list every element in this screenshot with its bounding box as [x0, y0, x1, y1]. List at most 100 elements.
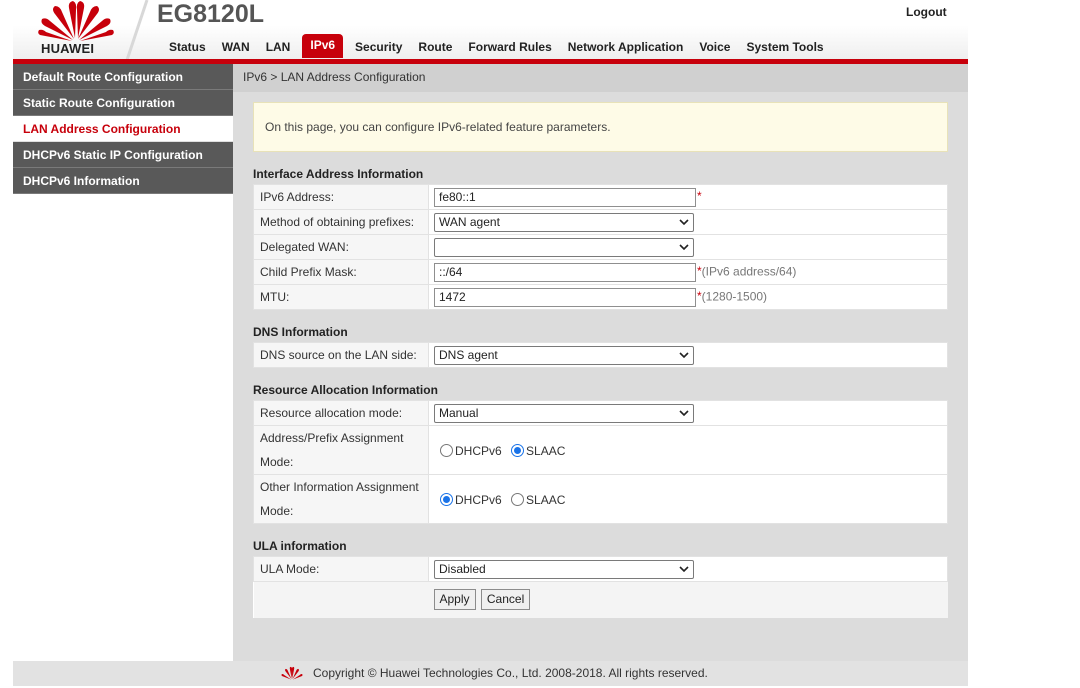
chevron-down-icon: [679, 565, 689, 572]
child-prefix-mask-cell: *(IPv6 address/64): [428, 259, 948, 285]
mtu-cell: *(1280-1500): [428, 284, 948, 310]
dns-table: DNS source on the LAN side: DNS agent: [253, 342, 948, 368]
header-divider: [125, 0, 149, 60]
sidebar-item-dhcpv6-static-ip[interactable]: DHCPv6 Static IP Configuration: [13, 142, 233, 168]
resource-table: Resource allocation mode: Manual Address…: [253, 400, 948, 524]
table-row: Other Information Assignment Mode: DHCPv…: [253, 474, 948, 524]
nav-system-tools[interactable]: System Tools: [738, 36, 831, 58]
delegated-wan-label: Delegated WAN:: [253, 234, 429, 260]
sidebar-item-dhcpv6-information[interactable]: DHCPv6 Information: [13, 168, 233, 194]
section-title-interface: Interface Address Information: [253, 167, 424, 181]
sidebar-item-default-route[interactable]: Default Route Configuration: [13, 64, 233, 90]
mtu-label: MTU:: [253, 284, 429, 310]
table-row: MTU: *(1280-1500): [253, 284, 948, 310]
ipv6-address-label: IPv6 Address:: [253, 184, 429, 210]
copyright-text: Copyright © Huawei Technologies Co., Ltd…: [313, 666, 708, 680]
page-notice: On this page, you can configure IPv6-rel…: [253, 102, 948, 152]
section-title-ula: ULA information: [253, 539, 347, 553]
delegated-wan-select[interactable]: [434, 237, 694, 257]
address-slaac-radio[interactable]: [511, 443, 525, 457]
ula-table: ULA Mode: Disabled Apply Cancel: [253, 556, 948, 618]
resource-mode-select-value: Manual: [439, 405, 479, 420]
chevron-down-icon: [679, 218, 689, 225]
dns-source-select-value: DNS agent: [439, 347, 498, 362]
other-info-assignment-cell: DHCPv6 SLAAC: [428, 474, 948, 524]
other-info-assignment-label: Other Information Assignment Mode:: [253, 474, 429, 524]
ula-mode-select[interactable]: Disabled: [434, 559, 694, 579]
table-row: Resource allocation mode: Manual: [253, 400, 948, 426]
nav-status[interactable]: Status: [161, 36, 214, 58]
product-name: EG8120L: [157, 0, 265, 28]
section-title-dns: DNS Information: [253, 325, 348, 339]
nav-voice[interactable]: Voice: [691, 36, 738, 58]
nav-ipv6[interactable]: IPv6: [302, 34, 344, 58]
sidebar-item-lan-address[interactable]: LAN Address Configuration: [13, 116, 233, 142]
ula-mode-cell: Disabled: [428, 556, 948, 582]
table-row: ULA Mode: Disabled: [253, 556, 948, 582]
apply-button[interactable]: Apply: [433, 589, 476, 611]
nav-network-application[interactable]: Network Application: [560, 36, 692, 58]
nav-forward-rules[interactable]: Forward Rules: [460, 36, 559, 58]
nav-security[interactable]: Security: [347, 36, 410, 58]
required-mark: *: [697, 189, 702, 204]
table-row: DNS source on the LAN side: DNS agent: [253, 342, 948, 368]
interface-table: IPv6 Address: * Method of obtaining pref…: [253, 184, 948, 310]
child-prefix-mask-input[interactable]: [434, 262, 696, 282]
section-title-resource: Resource Allocation Information: [253, 383, 438, 397]
cancel-button[interactable]: Cancel: [480, 589, 531, 611]
method-select-value: WAN agent: [439, 214, 500, 229]
dns-source-label: DNS source on the LAN side:: [253, 342, 429, 368]
other-info-label-line2: Mode:: [260, 504, 294, 518]
form-area: On this page, you can configure IPv6-rel…: [253, 102, 948, 618]
main-content: IPv6 > LAN Address Configuration On this…: [233, 64, 968, 661]
other-info-label-line1: Other Information Assignment: [260, 480, 419, 494]
ula-mode-select-value: Disabled: [439, 561, 486, 576]
huawei-logo-icon: [281, 666, 303, 680]
button-row-spacer: [253, 581, 429, 618]
child-prefix-mask-hint: (IPv6 address/64): [701, 264, 797, 279]
ula-mode-label: ULA Mode:: [253, 556, 429, 582]
header: HUAWEI EG8120L Logout Status WAN LAN IPv…: [13, 0, 968, 64]
method-label: Method of obtaining prefixes:: [253, 209, 429, 235]
table-row: Child Prefix Mask: *(IPv6 address/64): [253, 259, 948, 285]
nav-lan[interactable]: LAN: [258, 36, 299, 58]
address-assignment-label-line2: Mode:: [260, 455, 294, 469]
address-dhcpv6-radio[interactable]: [440, 443, 453, 457]
resource-mode-select[interactable]: Manual: [434, 403, 694, 423]
sidebar-item-static-route[interactable]: Static Route Configuration: [13, 90, 233, 116]
address-assignment-cell: DHCPv6 SLAAC: [428, 425, 948, 475]
delegated-wan-cell: [428, 234, 948, 260]
table-row: Delegated WAN:: [253, 234, 948, 260]
other-dhcpv6-label: DHCPv6: [455, 492, 502, 507]
logout-link[interactable]: Logout: [906, 5, 947, 19]
resource-mode-label: Resource allocation mode:: [253, 400, 429, 426]
ipv6-address-cell: *: [428, 184, 948, 210]
method-cell: WAN agent: [428, 209, 948, 235]
other-dhcpv6-radio[interactable]: [440, 492, 453, 506]
nav-route[interactable]: Route: [410, 36, 460, 58]
chevron-down-icon: [679, 243, 689, 250]
footer: Copyright © Huawei Technologies Co., Ltd…: [13, 661, 968, 686]
button-row-cell: Apply Cancel: [428, 581, 948, 618]
child-prefix-mask-label: Child Prefix Mask:: [253, 259, 429, 285]
ipv6-address-input[interactable]: [434, 187, 696, 207]
nav-wan[interactable]: WAN: [214, 36, 258, 58]
address-slaac-label: SLAAC: [526, 443, 566, 458]
resource-mode-cell: Manual: [428, 400, 948, 426]
method-select[interactable]: WAN agent: [434, 212, 694, 232]
address-assignment-label: Address/Prefix Assignment Mode:: [253, 425, 429, 475]
mtu-input[interactable]: [434, 287, 696, 307]
address-assignment-label-line1: Address/Prefix Assignment: [260, 431, 404, 445]
other-slaac-radio[interactable]: [511, 492, 525, 506]
dns-source-cell: DNS agent: [428, 342, 948, 368]
page: HUAWEI EG8120L Logout Status WAN LAN IPv…: [13, 0, 968, 688]
sidebar: Default Route Configuration Static Route…: [13, 64, 233, 661]
mtu-hint: (1280-1500): [701, 289, 768, 304]
table-row: Method of obtaining prefixes: WAN agent: [253, 209, 948, 235]
logo-text: HUAWEI: [41, 41, 95, 56]
main-nav: Status WAN LAN IPv6 Security Route Forwa…: [161, 34, 832, 58]
address-dhcpv6-label: DHCPv6: [455, 443, 502, 458]
breadcrumb: IPv6 > LAN Address Configuration: [233, 64, 968, 92]
chevron-down-icon: [679, 351, 689, 358]
dns-source-select[interactable]: DNS agent: [434, 345, 694, 365]
